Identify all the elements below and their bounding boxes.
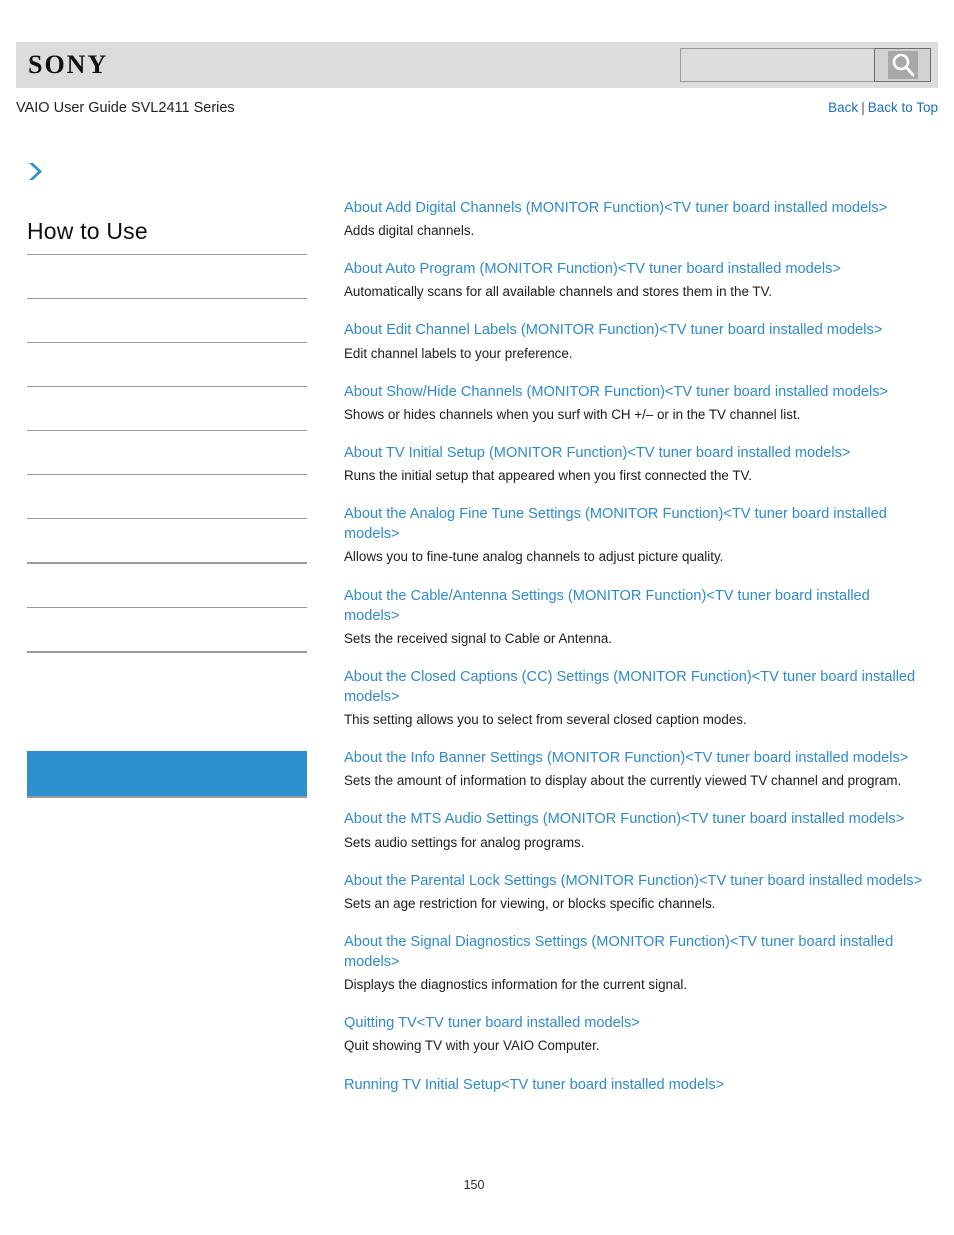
page-number: 150 (463, 1178, 485, 1192)
topic-link[interactable]: About the Signal Diagnostics Settings (M… (344, 932, 924, 972)
topic-description: Quit showing TV with your VAIO Computer. (344, 1038, 600, 1054)
list-item: About the Parental Lock Settings (MONITO… (344, 871, 924, 914)
topic-link[interactable]: About the Analog Fine Tune Settings (MON… (344, 504, 924, 544)
sony-logo: SONY (28, 50, 109, 79)
search-button[interactable] (874, 48, 931, 82)
topic-description: Sets an age restriction for viewing, or … (344, 895, 716, 911)
list-item: About the Signal Diagnostics Settings (M… (344, 932, 924, 995)
site-header: SONY (16, 42, 938, 88)
sidebar-item-selected[interactable] (27, 751, 307, 796)
list-item: Quitting TV<TV tuner board installed mod… (344, 1013, 924, 1056)
topic-link[interactable]: About Add Digital Channels (MONITOR Func… (344, 198, 924, 218)
topic-description: Sets audio settings for analog programs. (344, 834, 585, 850)
topic-link[interactable]: About the MTS Audio Settings (MONITOR Fu… (344, 809, 924, 829)
back-link[interactable]: Back (828, 100, 858, 115)
topic-link[interactable]: About Auto Program (MONITOR Function)<TV… (344, 259, 924, 279)
breadcrumb-separator: | (861, 100, 865, 115)
topic-description: Edit channel labels to your preference. (344, 345, 573, 361)
breadcrumb: VAIO User Guide SVL2411 Series Back | Back… (16, 100, 938, 122)
topic-link[interactable]: About the Parental Lock Settings (MONITO… (344, 871, 924, 891)
topic-description: Sets the amount of information to displa… (344, 773, 902, 789)
list-item: About TV Initial Setup (MONITOR Function… (344, 443, 924, 486)
guide-title: VAIO User Guide SVL2411 Series (16, 100, 235, 116)
sidebar-item-6[interactable] (27, 474, 307, 475)
topic-link[interactable]: About Show/Hide Channels (MONITOR Functi… (344, 382, 924, 402)
list-item: About Add Digital Channels (MONITOR Func… (344, 198, 924, 241)
topic-description: Shows or hides channels when you surf wi… (344, 406, 801, 422)
topic-link[interactable]: About the Info Banner Settings (MONITOR … (344, 748, 924, 768)
sidebar-item-4[interactable] (27, 386, 307, 387)
sidebar-item-1[interactable] (27, 254, 307, 255)
list-item: About the MTS Audio Settings (MONITOR Fu… (344, 809, 924, 852)
sidebar-item-10[interactable] (27, 651, 307, 653)
topic-link[interactable]: Quitting TV<TV tuner board installed mod… (344, 1013, 924, 1033)
list-item: About the Analog Fine Tune Settings (MON… (344, 504, 924, 567)
topic-description: This setting allows you to select from s… (344, 712, 747, 728)
topic-description: Adds digital channels. (344, 223, 475, 239)
sidebar-item-3[interactable] (27, 342, 307, 343)
sidebar-title: How to Use (27, 218, 148, 244)
topic-description: Runs the initial setup that appeared whe… (344, 468, 752, 484)
sidebar-item-7[interactable] (27, 518, 307, 519)
list-item: About the Closed Captions (CC) Settings … (344, 667, 924, 730)
topic-description: Automatically scans for all available ch… (344, 284, 772, 300)
sidebar-item-8[interactable] (27, 562, 307, 564)
sidebar: How to Use (0, 150, 330, 850)
topic-link[interactable]: About Edit Channel Labels (MONITOR Funct… (344, 320, 924, 340)
topic-description: Sets the received signal to Cable or Ant… (344, 630, 612, 646)
topic-link[interactable]: About the Closed Captions (CC) Settings … (344, 667, 924, 707)
breadcrumb-links: Back | Back to Top (828, 100, 938, 115)
topic-description: Allows you to fine-tune analog channels … (344, 549, 724, 565)
topic-list: About Add Digital Channels (MONITOR Func… (344, 198, 924, 1192)
chevron-right-icon[interactable] (24, 160, 46, 184)
list-item: Running TV Initial Setup<TV tuner board … (344, 1075, 924, 1095)
search-area (680, 48, 931, 82)
list-item: About Show/Hide Channels (MONITOR Functi… (344, 382, 924, 425)
list-item: About Auto Program (MONITOR Function)<TV… (344, 259, 924, 302)
list-item: About the Cable/Antenna Settings (MONITO… (344, 586, 924, 649)
sidebar-item-9[interactable] (27, 607, 307, 608)
topic-link[interactable]: About TV Initial Setup (MONITOR Function… (344, 443, 924, 463)
sidebar-item-2[interactable] (27, 298, 307, 299)
sidebar-item-5[interactable] (27, 430, 307, 431)
list-item: About Edit Channel Labels (MONITOR Funct… (344, 320, 924, 363)
search-input[interactable] (680, 48, 874, 82)
sidebar-menu (27, 254, 307, 696)
back-to-top-link[interactable]: Back to Top (868, 100, 938, 115)
topic-description: Displays the diagnostics information for… (344, 977, 688, 993)
topic-link[interactable]: Running TV Initial Setup<TV tuner board … (344, 1075, 924, 1095)
search-icon (887, 51, 918, 79)
list-item: About the Info Banner Settings (MONITOR … (344, 748, 924, 791)
sidebar-selected-underline (27, 796, 307, 798)
topic-link[interactable]: About the Cable/Antenna Settings (MONITO… (344, 586, 924, 626)
